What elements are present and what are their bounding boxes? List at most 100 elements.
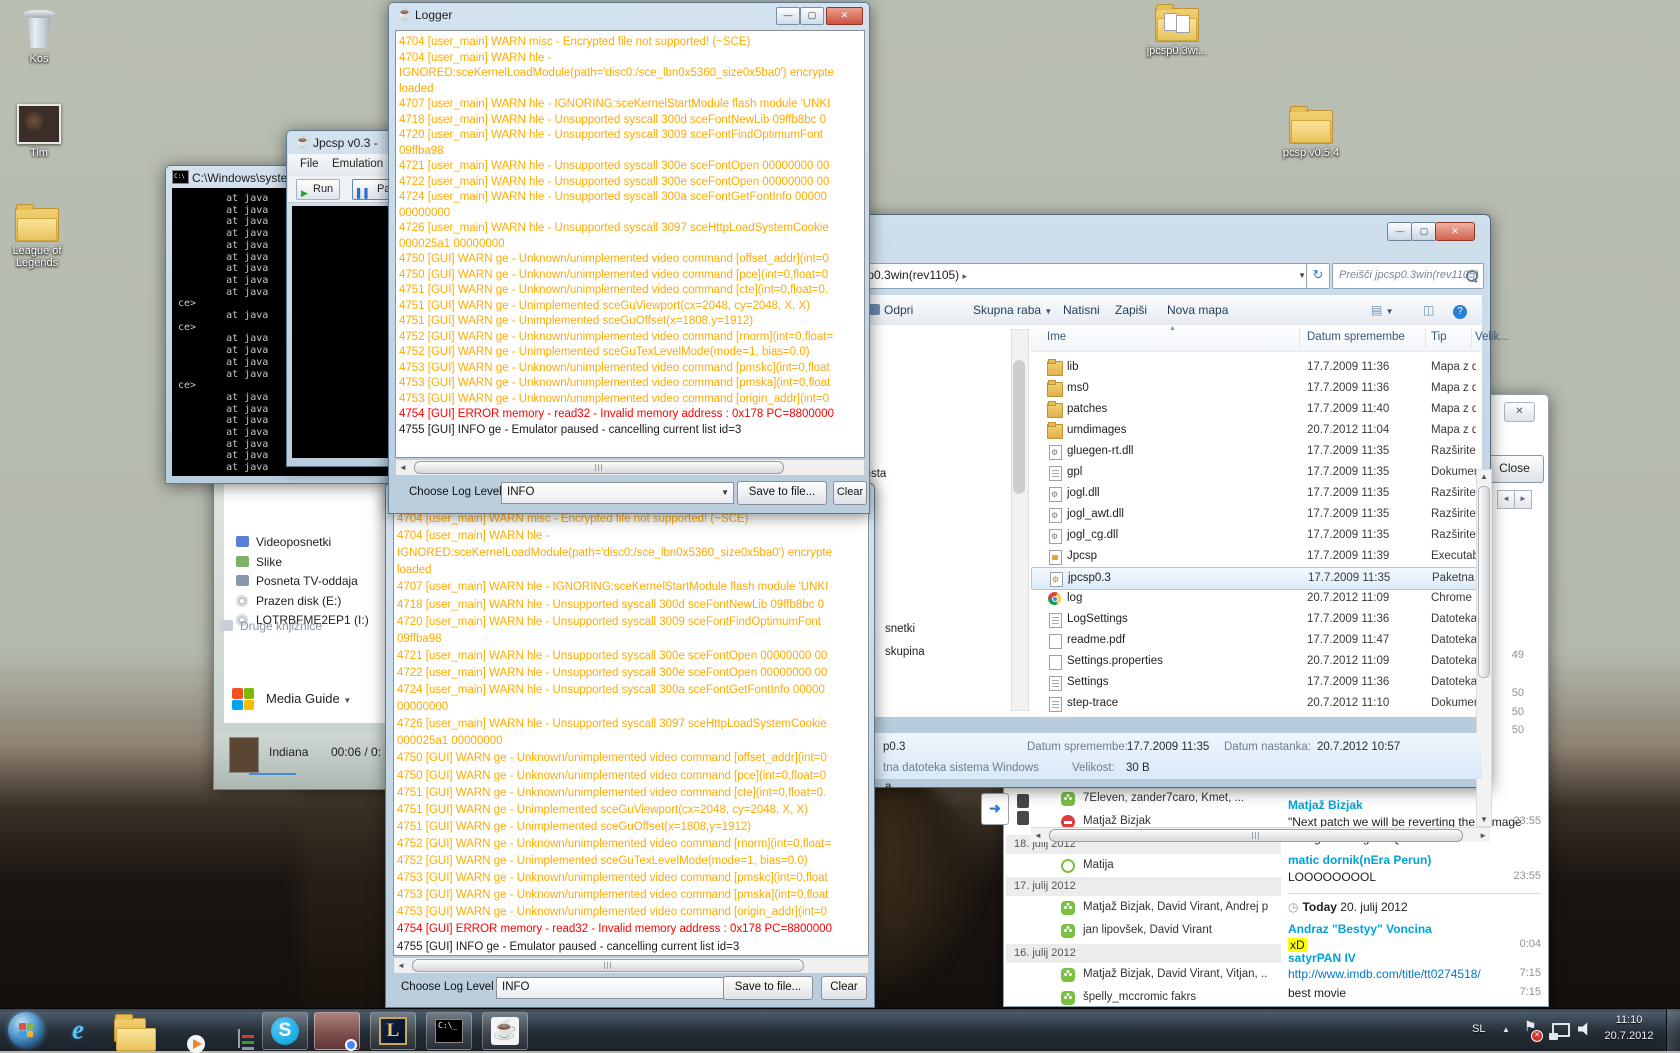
maximize-button[interactable]: ▢ [1411, 222, 1437, 241]
log-horizontal-scrollbar[interactable]: ◄ [395, 459, 865, 476]
log-horizontal-scrollbar[interactable]: ◄ [393, 957, 869, 974]
taskbar-league-of-legends[interactable]: L [370, 1012, 416, 1050]
file-row[interactable]: log20.7.2012 11:09Chrome HTML Do... [1031, 588, 1476, 609]
file-row[interactable]: umdimages20.7.2012 11:04Mapa z datotekam… [1031, 420, 1476, 441]
refresh-button[interactable]: ↻ [1306, 263, 1330, 289]
language-indicator[interactable]: SL [1472, 1023, 1485, 1035]
conversation-item[interactable]: Matija [1004, 856, 1273, 878]
scrollbar-thumb[interactable] [414, 461, 784, 474]
toolbar-open-button[interactable]: Odpri [869, 303, 913, 317]
save-to-file-button[interactable]: Save to file... [723, 976, 813, 1000]
tray-expand-icon[interactable]: ▲ [1502, 1025, 1510, 1034]
scroll-left-icon[interactable]: ◄ [397, 961, 405, 970]
nav-item-recorded-tv[interactable]: Posneta TV-oddaja [256, 574, 358, 588]
chat-forward-button[interactable]: ► [1514, 490, 1532, 509]
preview-pane-button[interactable]: ◫ [1423, 303, 1434, 317]
clock-time[interactable]: 11:10 [1598, 1014, 1660, 1026]
tree-item-fragment[interactable]: skupina [885, 646, 925, 658]
column-header-type[interactable]: Tip [1431, 331, 1447, 343]
conversation-item[interactable]: 7Eleven, zander7caro, Kmet, ... [1004, 789, 1273, 811]
nav-item-videos[interactable]: Videoposnetki [256, 535, 331, 549]
clear-button[interactable]: Clear [821, 976, 867, 1000]
minimize-button[interactable]: — [776, 7, 800, 25]
scroll-left-icon[interactable]: ◄ [1034, 831, 1042, 840]
taskbar-internet-explorer[interactable]: e [56, 1012, 100, 1048]
clear-button[interactable]: Clear [833, 481, 867, 505]
scroll-down-icon[interactable]: ▼ [1480, 815, 1488, 824]
taskbar-chrome[interactable] [314, 1012, 360, 1050]
file-row[interactable]: jogl_cg.dll17.7.2009 11:35Razširitev pro… [1031, 525, 1476, 546]
menu-file[interactable]: File [300, 158, 319, 170]
column-header-date[interactable]: Datum spremembe [1307, 331, 1405, 343]
logger-titlebar[interactable]: ☕ Logger — ▢ ✕ [389, 3, 869, 27]
message-sender[interactable]: matic dornik(nEra Perun) [1288, 853, 1431, 867]
file-row[interactable]: patches17.7.2009 11:40Mapa z datotekami [1031, 399, 1476, 420]
toolbar-new-folder-button[interactable]: Nova mapa [1167, 303, 1228, 317]
save-to-file-button[interactable]: Save to file... [737, 481, 827, 505]
desktop-icon-jpcsp-folder[interactable]: jpcsp0.3wi... [1138, 8, 1216, 57]
scroll-up-icon[interactable]: ▲ [1480, 472, 1488, 481]
nav-item-empty-disc[interactable]: Prazen disk (E:) [256, 594, 341, 608]
file-row[interactable]: jogl_awt.dll17.7.2009 11:35Razširitev pr… [1031, 504, 1476, 525]
chat-back-button[interactable]: ◄ [1497, 490, 1515, 509]
taskbar-skype[interactable]: S [262, 1012, 308, 1050]
column-header-name[interactable]: Ime [1047, 331, 1066, 343]
file-row[interactable]: step-trace20.7.2012 11:10Dokument z bese… [1031, 693, 1476, 714]
scrollbar-thumb[interactable] [412, 959, 804, 972]
file-row[interactable]: ms017.7.2009 11:36Mapa z datotekami [1031, 378, 1476, 399]
toolbar-print-button[interactable]: Natisni [1063, 303, 1100, 317]
playback-progress-bar[interactable] [249, 773, 296, 775]
volume-icon[interactable] [1578, 1022, 1592, 1036]
close-button[interactable]: ✕ [1435, 222, 1475, 241]
taskbar-media-player[interactable] [160, 1012, 204, 1048]
nav-scrollbar[interactable] [1011, 329, 1029, 711]
address-bar[interactable]: jpcsp0.3win(rev1105) ▸ ▼ [837, 263, 1313, 289]
file-row[interactable]: LogSettings17.7.2009 11:36Datoteka XML [1031, 609, 1476, 630]
toolbar-share-button[interactable]: Skupna raba ▼ [973, 303, 1052, 317]
desktop-icon-recycle-bin[interactable]: Koš [0, 8, 78, 65]
scrollbar-thumb[interactable] [1013, 360, 1025, 494]
change-view-button[interactable]: ▤ ▼ [1371, 303, 1394, 317]
log-level-select[interactable]: INFO ▼ [501, 482, 734, 504]
nav-item-pictures[interactable]: Slike [256, 555, 282, 569]
desktop-icon-league-of-legends[interactable]: League of Legends [0, 208, 74, 269]
scrollbar-thumb[interactable] [1478, 486, 1490, 678]
taskbar-command-prompt[interactable]: C:\_ [426, 1012, 472, 1050]
horizontal-scrollbar[interactable]: ◄ ► [1031, 827, 1490, 842]
chevron-down-icon[interactable]: ▼ [1298, 264, 1306, 287]
start-button[interactable] [8, 1012, 44, 1048]
minimize-button[interactable]: — [1387, 222, 1413, 241]
menu-emulation[interactable]: Emulation [332, 158, 383, 170]
message-sender[interactable]: Andraz "Bestyy" Voncina [1288, 922, 1432, 936]
conversation-item[interactable]: jan lipovšek, David Virant [1004, 921, 1273, 943]
message-link[interactable]: http://www.imdb.com/title/tt0274518/ [1288, 967, 1481, 981]
desktop-icon-tim[interactable]: Tim [0, 104, 78, 159]
tree-item-fragment[interactable]: snetki [885, 623, 915, 635]
column-header-size[interactable]: Velik... [1475, 331, 1509, 343]
conversation-item[interactable]: Matjaž Bizjak, David Virant, Andrej proo… [1004, 898, 1273, 920]
nav-item-other-libraries[interactable]: Druge knjižnice [240, 619, 322, 633]
help-button[interactable]: ? [1453, 303, 1467, 319]
taskbar-windows-explorer[interactable] [108, 1012, 152, 1048]
taskbar-document[interactable] [216, 1012, 260, 1048]
scroll-right-icon[interactable]: ► [1479, 831, 1487, 840]
file-row[interactable]: Jpcsp17.7.2009 11:39Executable Jar File [1031, 546, 1476, 567]
toolbar-burn-button[interactable]: Zapiši [1115, 303, 1147, 317]
message-sender[interactable]: Matjaž Bizjak [1288, 798, 1363, 812]
show-desktop-button[interactable] [1666, 1009, 1680, 1051]
search-input[interactable]: Preišči jpcsp0.3win(rev1105) [1332, 263, 1484, 289]
scrollbar-thumb[interactable] [1049, 829, 1463, 842]
file-row[interactable]: gluegen-rt.dll17.7.2009 11:35Razširitev … [1031, 441, 1476, 462]
clock-date[interactable]: 20.7.2012 [1598, 1030, 1660, 1042]
network-icon[interactable] [1552, 1023, 1570, 1037]
media-guide-button[interactable]: Media Guide ▼ [266, 691, 351, 706]
file-row[interactable]: Settings.properties20.7.2012 11:09Datote… [1031, 651, 1476, 672]
file-row[interactable]: jogl.dll17.7.2009 11:35Razširitev progra… [1031, 483, 1476, 504]
file-row[interactable]: jpcsp0.317.7.2009 11:35Paketna datoteka … [1031, 567, 1476, 590]
close-icon[interactable]: ✕ [1504, 402, 1535, 422]
file-row[interactable]: lib17.7.2009 11:36Mapa z datotekami [1031, 357, 1476, 378]
conversation-item[interactable]: Matjaž Bizjak, David Virant, Vitjan, ... [1004, 965, 1273, 987]
file-row[interactable]: Settings17.7.2009 11:36Datoteka XML [1031, 672, 1476, 693]
taskbar-java-app[interactable]: ☕ [482, 1012, 528, 1050]
tree-item-fragment[interactable]: a [885, 781, 891, 793]
